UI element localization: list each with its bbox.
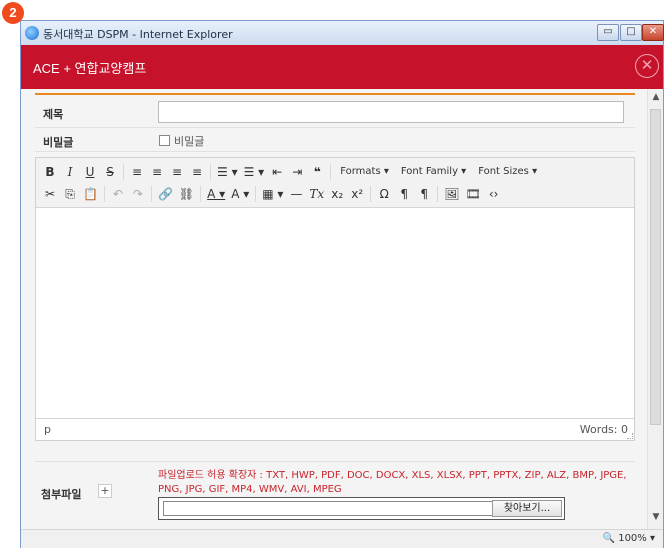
- undo-icon[interactable]: ↶: [108, 184, 128, 204]
- unlink-icon[interactable]: ⛓: [176, 184, 197, 204]
- clear-formatting-icon[interactable]: Tx: [306, 184, 327, 204]
- italic-button[interactable]: I: [60, 162, 80, 182]
- source-code-icon[interactable]: ‹›: [484, 184, 504, 204]
- toolbar-separator: [255, 186, 257, 202]
- media-icon[interactable]: 🎞: [462, 184, 483, 204]
- strikethrough-button[interactable]: S: [100, 162, 120, 182]
- scroll-down-icon[interactable]: ▼: [648, 509, 664, 525]
- cut-icon[interactable]: ✂: [40, 184, 60, 204]
- numbered-list-icon[interactable]: ☰ ▾: [241, 162, 268, 182]
- row-divider: [35, 127, 635, 128]
- toolbar-separator: [370, 186, 372, 202]
- window-titlebar: 동서대학교 DSPM - Internet Explorer ▭ □ ✕: [21, 21, 664, 45]
- toolbar-separator: [210, 164, 211, 180]
- subject-input[interactable]: [158, 101, 624, 123]
- minimize-button[interactable]: ▭: [597, 24, 619, 41]
- subject-label: 제목: [43, 108, 64, 121]
- toolbar-row-1: B I U S ≡ ≡ ≡ ≡ ☰ ▾ ☰ ▾ ⇤ ⇥ ❝ Formats ▾ Font Family ▾ F…: [40, 162, 543, 182]
- word-count: Words: 0: [579, 423, 628, 436]
- font-sizes-menu[interactable]: Font Sizes ▾: [472, 162, 543, 182]
- rich-text-editor: B I U S ≡ ≡ ≡ ≡ ☰ ▾ ☰ ▾ ⇤ ⇥ ❝ Formats ▾ Font Family ▾ F…: [35, 157, 635, 441]
- bold-button[interactable]: B: [40, 162, 60, 182]
- ltr-icon[interactable]: ¶: [394, 184, 414, 204]
- toolbar-separator: [103, 186, 105, 202]
- toolbar-row-2: ✂ ⎘ 📋 ↶ ↷ 🔗 ⛓ A ▾ A ▾ ▦ ▾ — Tx x₂ x² Ω ¶ ¶ 🖼 🎞 ‹›: [40, 184, 504, 204]
- toolbar-separator: [330, 164, 332, 180]
- font-family-menu[interactable]: Font Family ▾: [395, 162, 472, 182]
- bullet-list-icon[interactable]: ☰ ▾: [214, 162, 241, 182]
- attachment-label: 첨부파일: [41, 488, 82, 501]
- copy-icon[interactable]: ⎘: [60, 184, 80, 204]
- editor-body[interactable]: [36, 208, 634, 420]
- row-divider: [35, 461, 635, 462]
- zoom-control[interactable]: 🔍 100% ▾: [603, 533, 655, 544]
- align-right-icon[interactable]: ≡: [167, 162, 187, 182]
- browse-button[interactable]: 찾아보기...: [492, 500, 562, 517]
- align-left-icon[interactable]: ≡: [127, 162, 147, 182]
- add-attachment-button[interactable]: +: [98, 484, 112, 498]
- window-close-button[interactable]: ✕: [642, 24, 664, 41]
- align-center-icon[interactable]: ≡: [147, 162, 167, 182]
- vertical-scrollbar[interactable]: ▲ ▼: [647, 89, 663, 529]
- background-color-icon[interactable]: A ▾: [228, 184, 252, 204]
- app-title: ACE + 연합교양캠프: [33, 61, 147, 76]
- indent-icon[interactable]: ⇥: [287, 162, 307, 182]
- resize-handle[interactable]: [627, 433, 633, 439]
- paste-icon[interactable]: 📋: [80, 184, 101, 204]
- align-justify-icon[interactable]: ≡: [187, 162, 207, 182]
- form-content: 제목 비밀글 비밀글 B I U S ≡ ≡ ≡ ≡ ☰ ▾ ☰ ▾ ⇤ ⇥ ❝ Formats ▾ Fon…: [21, 89, 647, 529]
- subscript-icon[interactable]: x₂: [327, 184, 347, 204]
- redo-icon[interactable]: ↷: [128, 184, 148, 204]
- secret-checkbox[interactable]: [159, 135, 170, 146]
- toolbar-separator: [200, 186, 202, 202]
- ie-logo-icon: [25, 26, 39, 40]
- table-icon[interactable]: ▦ ▾: [259, 184, 286, 204]
- link-icon[interactable]: 🔗: [155, 184, 176, 204]
- secret-checkbox-label: 비밀글: [174, 135, 205, 148]
- blockquote-icon[interactable]: ❝: [307, 162, 327, 182]
- browser-statusbar: 🔍 100% ▾: [21, 529, 663, 548]
- step-badge: 2: [2, 2, 24, 24]
- maximize-button[interactable]: □: [620, 24, 642, 41]
- formats-menu[interactable]: Formats ▾: [334, 162, 395, 182]
- outdent-icon[interactable]: ⇤: [267, 162, 287, 182]
- row-divider: [35, 151, 635, 152]
- window-title: 동서대학교 DSPM - Internet Explorer: [43, 28, 233, 41]
- close-icon[interactable]: ✕: [635, 54, 659, 78]
- scroll-up-icon[interactable]: ▲: [648, 89, 664, 105]
- element-path[interactable]: p: [44, 423, 51, 436]
- toolbar-separator: [437, 186, 439, 202]
- scroll-thumb[interactable]: [650, 109, 661, 425]
- rtl-icon[interactable]: ¶: [414, 184, 434, 204]
- special-character-icon[interactable]: Ω: [374, 184, 394, 204]
- toolbar-separator: [150, 186, 152, 202]
- allowed-extensions-note: 파일업로드 허용 확장자 : TXT, HWP, PDF, DOC, DOCX,…: [158, 470, 627, 495]
- text-color-icon[interactable]: A ▾: [204, 184, 228, 204]
- image-icon[interactable]: 🖼: [441, 184, 462, 204]
- editor-statusbar: p Words: 0: [36, 418, 634, 440]
- toolbar-separator: [123, 164, 124, 180]
- app-header: ACE + 연합교양캠프 ✕: [21, 45, 663, 89]
- file-path-field[interactable]: [163, 501, 493, 516]
- horizontal-rule-icon[interactable]: —: [286, 184, 306, 204]
- underline-button[interactable]: U: [80, 162, 100, 182]
- secret-label: 비밀글: [43, 136, 74, 149]
- editor-toolbar: B I U S ≡ ≡ ≡ ≡ ☰ ▾ ☰ ▾ ⇤ ⇥ ❝ Formats ▾ Font Family ▾ F…: [36, 158, 634, 208]
- superscript-icon[interactable]: x²: [347, 184, 367, 204]
- header-divider: [35, 93, 635, 95]
- file-upload-field[interactable]: 찾아보기...: [158, 497, 565, 520]
- ie-window: 동서대학교 DSPM - Internet Explorer ▭ □ ✕ ACE…: [20, 20, 664, 548]
